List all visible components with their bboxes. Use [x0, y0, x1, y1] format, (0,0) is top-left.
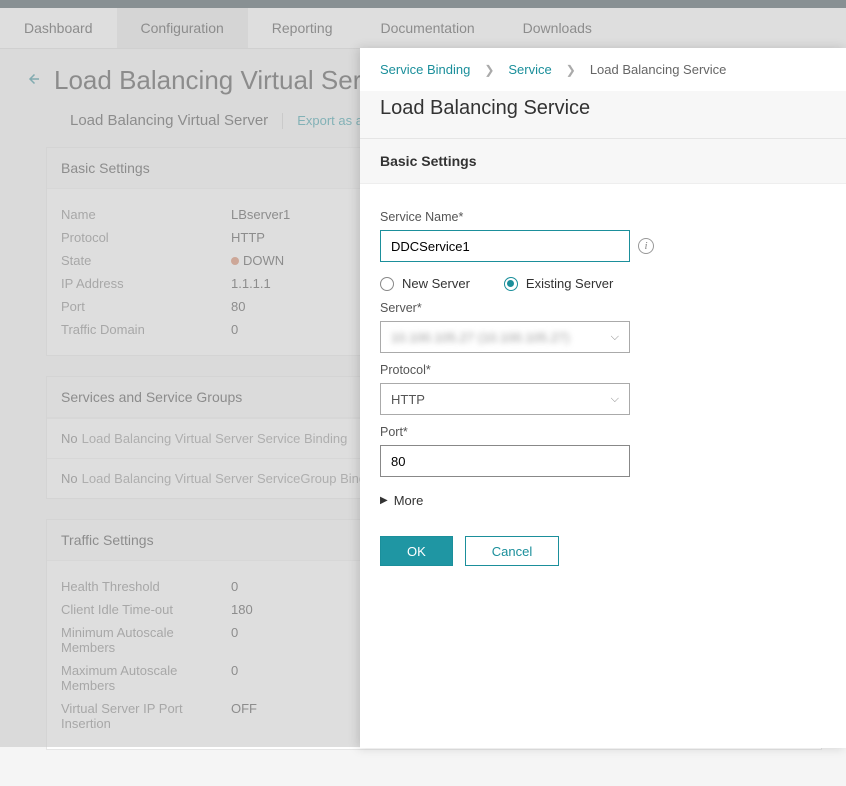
- radio-icon: [380, 277, 394, 291]
- crumb-current: Load Balancing Service: [590, 62, 727, 77]
- server-select[interactable]: 10.100.105.27 (10.100.105.27) ⌵: [380, 321, 630, 353]
- value-state: DOWN: [231, 253, 284, 268]
- label-port: Port: [61, 299, 231, 314]
- port-input[interactable]: [380, 445, 630, 477]
- topbar-strip: [0, 0, 846, 8]
- section-heading: Basic Settings: [360, 139, 846, 184]
- label-min-autoscale: Minimum Autoscale Members: [61, 625, 231, 655]
- tab-configuration[interactable]: Configuration: [117, 8, 248, 48]
- label-health-threshold: Health Threshold: [61, 579, 231, 594]
- chevron-right-icon: ❯: [566, 63, 576, 77]
- label-client-idle: Client Idle Time-out: [61, 602, 231, 617]
- crumb-service-binding[interactable]: Service Binding: [380, 62, 470, 77]
- label-ip: IP Address: [61, 276, 231, 291]
- cancel-button[interactable]: Cancel: [465, 536, 559, 566]
- ok-button[interactable]: OK: [380, 536, 453, 566]
- value-port: 80: [231, 299, 245, 314]
- label-protocol: Protocol*: [380, 363, 826, 377]
- page-title: Load Balancing Virtual Server: [54, 65, 398, 96]
- radio-icon: [504, 277, 518, 291]
- value-vip-port-insertion: OFF: [231, 701, 257, 731]
- page-subtitle: Load Balancing Virtual Server: [70, 112, 268, 129]
- form: Service Name* i New Server Existing Serv…: [360, 184, 846, 524]
- label-port: Port*: [380, 425, 826, 439]
- label-service-name: Service Name*: [380, 210, 826, 224]
- value-min-autoscale: 0: [231, 625, 238, 655]
- info-icon[interactable]: i: [638, 238, 654, 254]
- tab-downloads[interactable]: Downloads: [499, 8, 616, 48]
- label-vip-port-insertion: Virtual Server IP Port Insertion: [61, 701, 231, 731]
- breadcrumb: Service Binding ❯ Service ❯ Load Balanci…: [360, 48, 846, 91]
- value-name: LBserver1: [231, 207, 290, 222]
- label-state: State: [61, 253, 231, 268]
- nav-tabs: Dashboard Configuration Reporting Docume…: [0, 8, 846, 49]
- caret-right-icon: ▶: [380, 495, 388, 506]
- value-max-autoscale: 0: [231, 663, 238, 693]
- label-server: Server*: [380, 301, 826, 315]
- slide-panel: Service Binding ❯ Service ❯ Load Balanci…: [360, 48, 846, 748]
- service-name-input[interactable]: [380, 230, 630, 262]
- label-name: Name: [61, 207, 231, 222]
- label-protocol: Protocol: [61, 230, 231, 245]
- more-toggle[interactable]: ▶ More: [380, 493, 826, 508]
- value-client-idle: 180: [231, 602, 253, 617]
- crumb-service[interactable]: Service: [508, 62, 551, 77]
- radio-existing-server[interactable]: Existing Server: [504, 276, 613, 291]
- status-dot-icon: [231, 257, 239, 265]
- radio-label: New Server: [402, 276, 470, 291]
- tab-reporting[interactable]: Reporting: [248, 8, 357, 48]
- radio-label: Existing Server: [526, 276, 613, 291]
- value-health-threshold: 0: [231, 579, 238, 594]
- slide-title: Load Balancing Service: [360, 91, 846, 139]
- tab-documentation[interactable]: Documentation: [356, 8, 498, 48]
- server-select-value: 10.100.105.27 (10.100.105.27): [391, 330, 570, 345]
- tab-dashboard[interactable]: Dashboard: [0, 8, 117, 48]
- more-label: More: [394, 493, 424, 508]
- label-traffic-domain: Traffic Domain: [61, 322, 231, 337]
- chevron-right-icon: ❯: [484, 63, 494, 77]
- back-icon[interactable]: [24, 70, 42, 91]
- value-ip: 1.1.1.1: [231, 276, 271, 291]
- chevron-down-icon: ⌵: [611, 393, 619, 406]
- protocol-select[interactable]: HTTP ⌵: [380, 383, 630, 415]
- protocol-select-value: HTTP: [391, 392, 425, 407]
- value-traffic-domain: 0: [231, 322, 238, 337]
- chevron-down-icon: ⌵: [611, 331, 619, 344]
- value-protocol: HTTP: [231, 230, 265, 245]
- radio-new-server[interactable]: New Server: [380, 276, 470, 291]
- divider: [282, 113, 283, 129]
- label-max-autoscale: Maximum Autoscale Members: [61, 663, 231, 693]
